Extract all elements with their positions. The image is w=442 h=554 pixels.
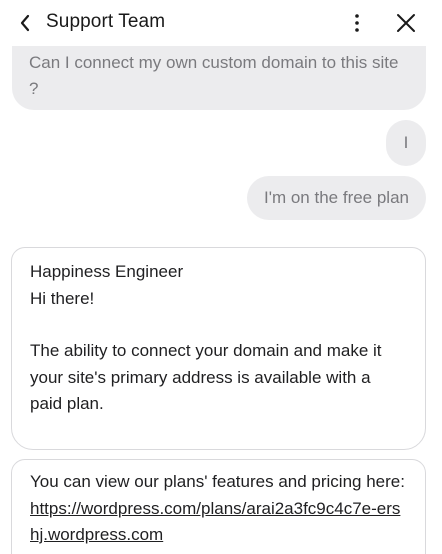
chat-header: Support Team xyxy=(0,0,442,46)
agent-message-card: Happiness Engineer Hi there! The ability… xyxy=(11,247,426,450)
back-button[interactable] xyxy=(14,10,36,36)
sender-name: Happiness Engineer xyxy=(30,262,184,281)
close-icon xyxy=(397,14,415,32)
plans-link[interactable]: https://wordpress.com/plans/arai2a3fc9c4… xyxy=(30,499,400,545)
agent-message-card: You can view our plans' features and pri… xyxy=(11,459,426,554)
message-text: You can view our plans' features and pri… xyxy=(30,472,405,491)
more-options-button[interactable] xyxy=(346,10,368,36)
message-text: I xyxy=(403,133,409,152)
message-text: I'm on the free plan xyxy=(264,188,409,207)
message-body: The ability to connect your domain and m… xyxy=(30,341,382,413)
user-message-bubble: I xyxy=(386,120,426,166)
greeting-text: Hi there! xyxy=(30,288,95,308)
vertical-dots-icon xyxy=(355,14,359,32)
page-title: Support Team xyxy=(46,11,166,32)
user-message-bubble: Can I connect my own custom domain to th… xyxy=(12,40,426,110)
user-message-bubble: I'm on the free plan xyxy=(247,176,426,220)
chevron-left-icon xyxy=(20,14,30,32)
close-button[interactable] xyxy=(393,10,419,36)
message-text: Can I connect my own custom domain to th… xyxy=(29,53,399,98)
